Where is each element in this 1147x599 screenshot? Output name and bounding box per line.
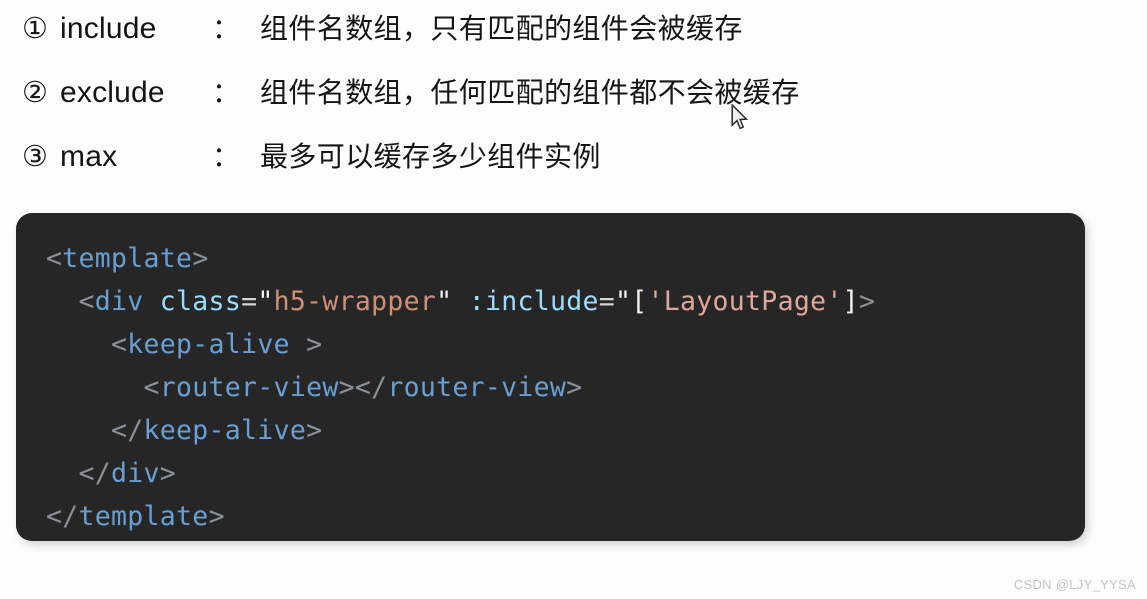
code-token-punct: >	[306, 329, 323, 360]
code-token-tag: keep-alive	[127, 329, 290, 360]
code-token-tag: keep-alive	[143, 415, 307, 446]
prop-marker: ③	[22, 139, 48, 173]
code-token-eq: =	[241, 286, 258, 317]
code-token-punct: >	[858, 286, 876, 317]
code-token-quote: "	[615, 286, 632, 317]
code-token-str: h5-wrapper	[273, 286, 437, 317]
prop-marker: ①	[22, 11, 48, 45]
prop-name: max	[60, 140, 118, 173]
prop-name: exclude	[60, 76, 165, 109]
code-token-punct: >	[566, 372, 583, 403]
code-token-quote: [	[631, 286, 648, 317]
code-token-punct: <	[46, 243, 63, 274]
prop-row: ① include ： 组件名数组，只有匹配的组件会被缓存	[0, 14, 1147, 78]
code-line: <keep-alive >	[46, 323, 1085, 366]
code-line: <template>	[46, 237, 1085, 280]
code-token-tag: template	[62, 243, 193, 274]
code-token-punct: >	[208, 501, 225, 532]
prop-colon: ：	[212, 77, 241, 108]
prop-description: 组件名数组，任何匹配的组件都不会被缓存	[260, 76, 800, 109]
code-token-attr: class	[159, 286, 242, 317]
code-block: <template> <div class="h5-wrapper" :incl…	[16, 213, 1085, 541]
code-token-tag: div	[94, 286, 144, 317]
code-token-punct: </	[46, 415, 144, 446]
code-token-tag: div	[111, 458, 160, 489]
code-token-tag: router-view	[387, 372, 567, 403]
code-token-punct: >	[192, 243, 209, 274]
code-token-punct: >	[159, 458, 177, 489]
code-line: <router-view></router-view>	[46, 366, 1085, 409]
code-token-punct: >	[306, 415, 323, 446]
code-token-punct: <	[46, 372, 160, 403]
prop-row: ③ max ： 最多可以缓存多少组件实例	[0, 142, 1147, 206]
code-token-punct: <	[46, 329, 128, 360]
code-token-punct: <	[46, 286, 95, 317]
code-token-quote: "	[257, 286, 274, 317]
prop-name: include	[60, 12, 157, 45]
code-line: </div>	[46, 452, 1085, 495]
code-token-quote: "	[436, 286, 453, 317]
code-lines: <template> <div class="h5-wrapper" :incl…	[16, 237, 1085, 538]
prop-description: 最多可以缓存多少组件实例	[260, 140, 601, 173]
code-token-tag: template	[78, 501, 209, 532]
code-token-quote: ]	[842, 286, 859, 317]
prop-marker: ②	[22, 75, 48, 109]
prop-colon: ：	[212, 13, 241, 44]
code-token-punct: </	[46, 458, 112, 489]
code-line: <div class="h5-wrapper" :include="['Layo…	[46, 280, 1085, 323]
prop-row: ② exclude ： 组件名数组，任何匹配的组件都不会被缓存	[0, 78, 1147, 142]
code-token-attr: :include	[468, 286, 599, 317]
code-token-tag: router-view	[159, 372, 339, 403]
keep-alive-props-list: ① include ： 组件名数组，只有匹配的组件会被缓存 ② exclude ： 组件名数组…	[0, 0, 1147, 206]
code-token-strlt: 'LayoutPage'	[647, 286, 843, 317]
prop-description: 组件名数组，只有匹配的组件会被缓存	[260, 12, 743, 45]
code-line: </template>	[46, 495, 1085, 538]
prop-colon: ：	[212, 141, 241, 172]
code-token-punct: ></	[338, 372, 388, 403]
code-token-eq: =	[598, 286, 615, 317]
code-line: </keep-alive>	[46, 409, 1085, 452]
watermark: CSDN @LJY_YYSA	[1013, 577, 1136, 592]
code-token-punct: </	[46, 501, 79, 532]
